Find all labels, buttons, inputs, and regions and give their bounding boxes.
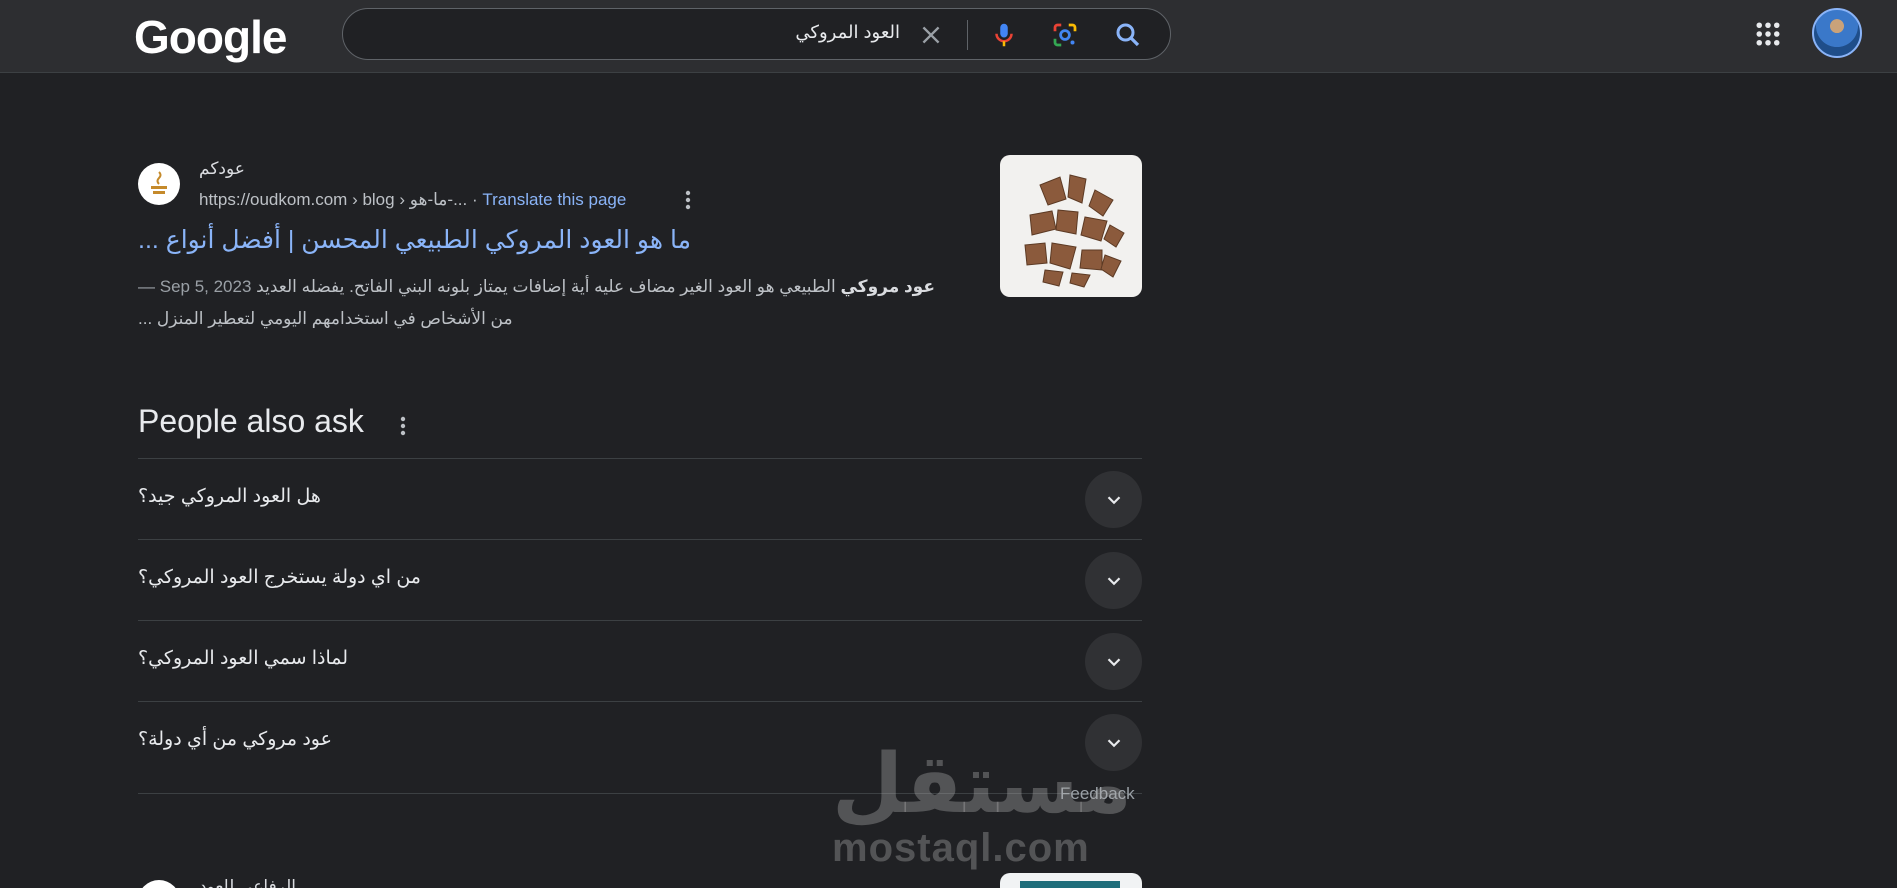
oud-chips-image (1024, 174, 1125, 288)
watermark-arabic: مستقل (832, 739, 1132, 830)
paa-question[interactable]: هل العود المروكي جيد؟ (138, 458, 1142, 539)
more-vert-icon[interactable] (678, 188, 698, 212)
snippet-bold: عود مروكي (840, 277, 935, 296)
paa-question[interactable]: من اي دولة يستخرج العود المروكي؟ (138, 539, 1142, 620)
mic-icon[interactable] (989, 20, 1019, 50)
oud-logo-icon (151, 171, 167, 194)
result-date: Sep 5, 2023 — (138, 277, 252, 296)
expand-button[interactable] (1085, 552, 1142, 609)
people-also-ask-heading: People also ask (138, 403, 364, 439)
chevron-down-icon (1107, 576, 1120, 585)
result-title-link[interactable]: ما هو العود المروكي الطبيعي المحسن | أفض… (138, 225, 968, 255)
site-name[interactable]: عودكم (199, 159, 245, 179)
translate-link[interactable]: Translate this page (482, 190, 626, 209)
clear-icon[interactable] (918, 22, 944, 48)
snippet-line-1: عود مروكي الطبيعي هو العود الغير مضاف عل… (138, 271, 968, 303)
lens-icon[interactable] (1050, 20, 1080, 50)
url-separator: · (471, 190, 483, 209)
watermark-latin: mostaql.com (832, 826, 1090, 870)
next-thumbnail-image (1020, 881, 1120, 888)
result-url-text[interactable]: https://oudkom.com › blog › ما-هو-... (199, 190, 467, 209)
search-box[interactable]: العود المروكي (342, 8, 1171, 60)
paa-more-vert-icon[interactable] (393, 413, 413, 439)
chevron-down-icon (1107, 657, 1120, 666)
account-avatar[interactable] (1812, 8, 1862, 58)
paa-question-text[interactable]: من اي دولة يستخرج العود المروكي؟ (138, 566, 421, 589)
result-thumbnail[interactable] (1000, 155, 1142, 297)
chevron-down-icon (1107, 495, 1120, 504)
next-result-site-name[interactable]: الرفاعي للعود (199, 877, 296, 888)
paa-question-text[interactable]: لماذا سمي العود المروكي؟ (138, 647, 348, 670)
expand-button[interactable] (1085, 633, 1142, 690)
expand-button[interactable] (1085, 471, 1142, 528)
search-icon[interactable] (1113, 20, 1143, 50)
next-result-thumbnail[interactable] (1000, 873, 1142, 888)
search-results-page: Google العود المروكي عودكم https://oudko… (0, 0, 1897, 888)
people-also-ask-list: هل العود المروكي جيد؟ من اي دولة يستخرج … (138, 458, 1142, 782)
result-url[interactable]: https://oudkom.com › blog › ما-هو-... · … (199, 190, 626, 210)
next-result-favicon[interactable] (138, 880, 180, 888)
paa-question-text[interactable]: هل العود المروكي جيد؟ (138, 485, 321, 508)
apps-icon[interactable] (1753, 19, 1783, 49)
google-logo[interactable]: Google (134, 12, 287, 62)
snippet-line-2: من الأشخاص في استخدامهم اليومي لتعطير ال… (138, 309, 513, 328)
search-input[interactable]: العود المروكي (795, 22, 900, 43)
snippet-text: الطبيعي هو العود الغير مضاف عليه أية إضا… (256, 277, 841, 296)
result-snippet: عود مروكي الطبيعي هو العود الغير مضاف عل… (138, 271, 968, 335)
paa-question-text[interactable]: عود مروكي من أي دولة؟ (138, 728, 332, 751)
site-favicon[interactable] (138, 163, 180, 205)
paa-question[interactable]: لماذا سمي العود المروكي؟ (138, 620, 1142, 701)
top-bar: Google العود المروكي (0, 0, 1897, 73)
search-divider (967, 20, 968, 50)
